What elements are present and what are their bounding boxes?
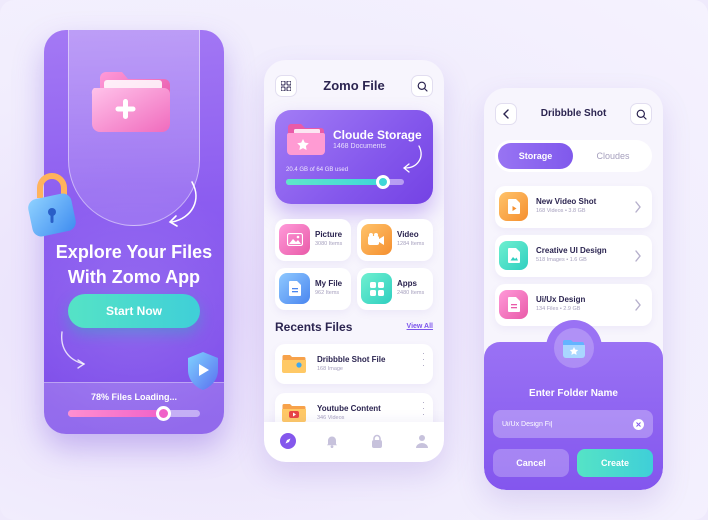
more-options-icon[interactable]: · · · [422,398,425,419]
storage-tabs: Storage Cloudes [495,140,652,172]
search-icon [636,109,647,120]
category-count: 2480 Items [397,290,425,296]
folder-item-meta: 134 Files • 2.9 GB [536,306,581,312]
category-count: 962 Items [315,290,340,296]
tab-storage[interactable]: Storage [498,143,573,169]
category-name: Video [397,230,419,239]
title-line-1: Explore Your Files [55,242,213,262]
loading-progress-track [68,406,200,421]
view-all-link[interactable]: View All [407,323,433,330]
bottom-navigation [264,422,444,462]
recent-file-name: Youtube Content [317,404,381,413]
cancel-button[interactable]: Cancel [493,449,569,477]
shield-badge-illustration-icon [188,352,218,390]
folder-screen: Dribbble Shot Storage Cloudes New Video … [484,88,663,490]
chevron-right-icon [635,201,641,213]
search-button[interactable] [411,75,433,97]
onboarding-title: Explore Your Files With Zomo App [44,240,224,290]
folder-item-meta: 168 Videos • 3.8 GB [536,208,586,214]
bell-nav-icon[interactable] [325,434,339,448]
storage-progress-fill [286,179,383,185]
cloud-storage-card[interactable]: Cloude Storage 1468 Documents 20.4 GB of… [275,110,433,204]
curved-arrow-icon [168,181,197,227]
folder-item[interactable]: New Video Shot 168 Videos • 3.8 GB [495,186,652,228]
tab-cloudes[interactable]: Cloudes [577,143,649,169]
category-my-file[interactable]: My File 962 Items [275,268,351,310]
storage-progress-knob[interactable] [375,175,390,189]
category-video[interactable]: Video 1284 Items [357,219,433,261]
folder-item-name: New Video Shot [536,197,597,206]
category-name: My File [315,279,343,288]
home-screen: Zomo File Cloude Storage 1468 Documents … [264,60,444,462]
storage-documents: 1468 Documents [333,143,386,150]
showcase-canvas: Explore Your Files With Zomo App Start N… [0,0,708,520]
folder-star-icon [287,124,325,155]
curved-arrow-small-icon [61,331,86,369]
compass-nav-icon[interactable] [280,433,296,449]
padlock-illustration-icon [28,173,76,237]
recent-file-count: 346 Videos [317,415,345,421]
dialog-title: Enter Folder Name [529,388,618,399]
loading-progress-fill [68,410,164,417]
folder-name-input[interactable] [493,410,653,438]
picture-icon [279,224,310,255]
folder-item-name: Ui/Ux Design [536,295,586,304]
category-count: 3080 Items [315,241,343,247]
chevron-right-icon [635,299,641,311]
loading-text: 78% Files Loading... [90,392,178,402]
search-button[interactable] [630,103,652,125]
folder-item[interactable]: Creative UI Design 518 Images • 1.6 GB [495,235,652,277]
lock-nav-icon[interactable] [370,434,384,448]
recent-file-count: 168 Image [317,366,343,372]
video-folder-icon [282,404,306,422]
folder-icon [282,355,306,373]
search-icon [417,81,428,92]
folder-star-badge [554,328,594,368]
storage-used-text: 20.4 GB of 64 GB used [286,167,349,173]
category-name: Picture [315,230,343,239]
create-button[interactable]: Create [577,449,653,477]
storage-title: Cloude Storage [333,128,422,142]
folder-plus-illustration-icon [91,72,170,132]
category-name: Apps [397,279,417,288]
document-icon [279,273,310,304]
folder-item-meta: 518 Images • 1.6 GB [536,257,587,263]
video-camera-icon [361,224,392,255]
loading-progress-knob[interactable] [156,406,172,421]
folder-item-name: Creative UI Design [536,246,607,255]
recents-title: Recents Files [275,320,353,334]
category-picture[interactable]: Picture 3080 Items [275,219,351,261]
apps-grid-icon [361,273,392,304]
image-file-icon [499,241,528,270]
video-file-icon [499,192,528,221]
folder-star-icon [563,340,585,358]
design-file-icon [499,290,528,319]
category-apps[interactable]: Apps 2480 Items [357,268,433,310]
close-icon [636,422,641,427]
profile-nav-icon[interactable] [415,434,429,448]
storage-progress-track [286,175,404,189]
recent-file-name: Dribbble Shot File [317,355,386,364]
more-options-icon[interactable]: · · · [422,349,425,370]
recent-file-item[interactable]: Dribbble Shot File 168 Image · · · [275,344,433,384]
curved-arrow-icon [402,145,422,173]
start-now-button[interactable]: Start Now [68,294,200,328]
chevron-right-icon [635,250,641,262]
title-line-2: With Zomo App [67,267,201,287]
clear-input-button[interactable] [633,419,644,430]
category-count: 1284 Items [397,241,425,247]
